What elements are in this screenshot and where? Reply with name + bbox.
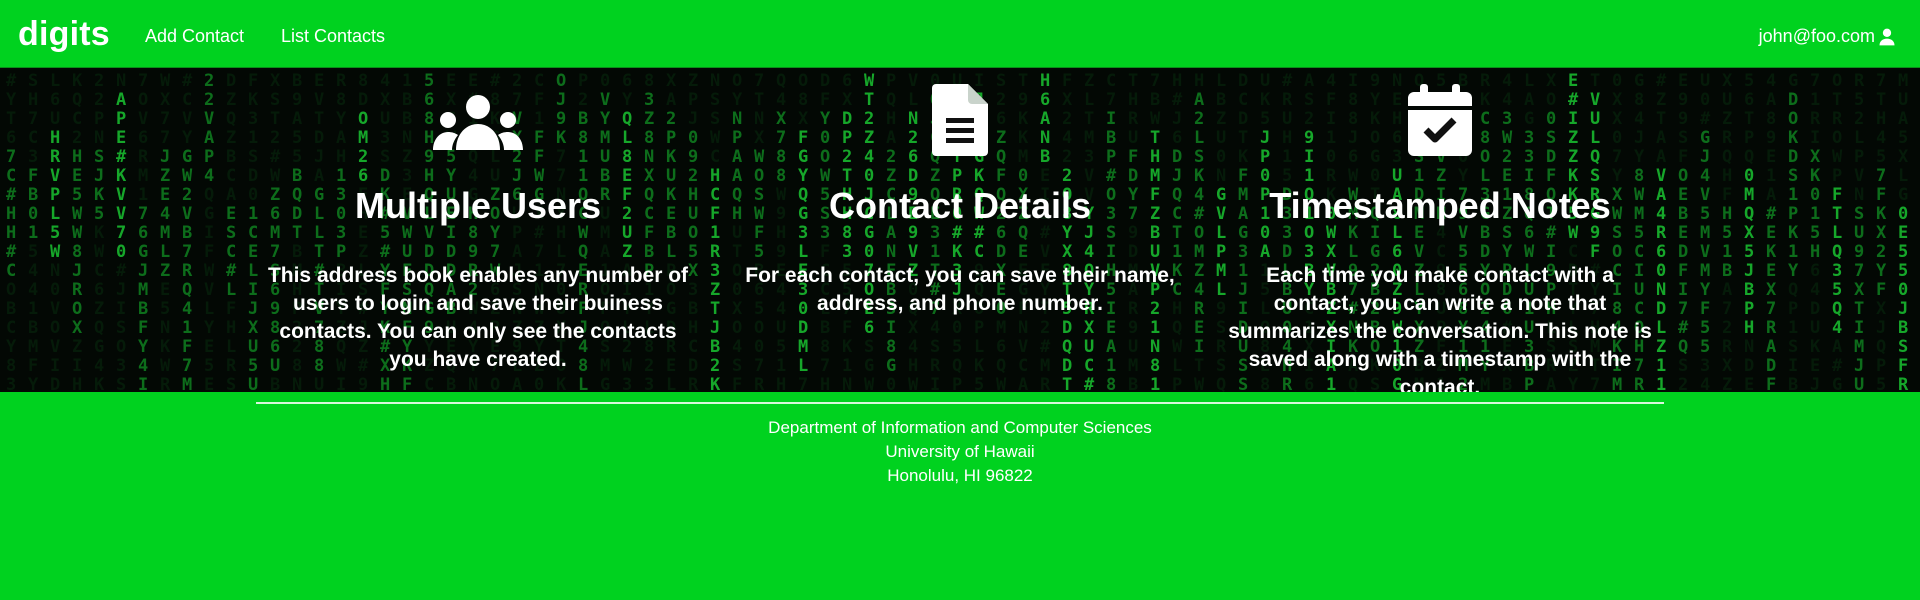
feature-contact-details: Contact Details For each contact, you ca… <box>735 68 1185 315</box>
footer-city: Honolulu, HI 96822 <box>887 466 1033 485</box>
footer-divider <box>256 402 1664 404</box>
footer-address: Department of Information and Computer S… <box>0 416 1920 488</box>
hero-banner: # Y T 6 7 C # H H # C O B C Y 8 3 S H 7 C 3 F B 0 1 5 4 4 1 B M F Y L 6 U H R V… <box>0 68 1920 392</box>
feature-multiple-users: Multiple Users This address book enables… <box>253 68 703 371</box>
user-icon <box>1879 28 1895 45</box>
nav-add-contact[interactable]: Add Contact <box>145 26 244 47</box>
footer: Department of Information and Computer S… <box>0 392 1920 600</box>
feature-description: Each time you make contact with a contac… <box>1228 264 1652 392</box>
user-menu[interactable]: john@foo.com <box>1759 26 1897 47</box>
feature-title: Timestamped Notes <box>1269 185 1611 226</box>
feature-description: For each contact, you can save their nam… <box>745 264 1175 315</box>
calendar-check-icon <box>1408 84 1472 156</box>
footer-department: Department of Information and Computer S… <box>768 418 1152 437</box>
document-icon <box>932 84 988 156</box>
user-email: john@foo.com <box>1758 26 1875 46</box>
feature-title: Contact Details <box>828 185 1092 226</box>
users-icon <box>433 95 523 150</box>
footer-university: University of Hawaii <box>885 442 1035 461</box>
brand-logo-link[interactable]: digits <box>18 15 110 54</box>
top-navbar: digits Add Contact List Contacts john@fo… <box>0 0 1920 68</box>
nav-list-contacts[interactable]: List Contacts <box>281 26 385 47</box>
feature-description: This address book enables any number of … <box>267 264 689 371</box>
feature-timestamped-notes: Timestamped Notes Each time you make con… <box>1215 68 1665 392</box>
feature-title: Multiple Users <box>354 185 602 226</box>
